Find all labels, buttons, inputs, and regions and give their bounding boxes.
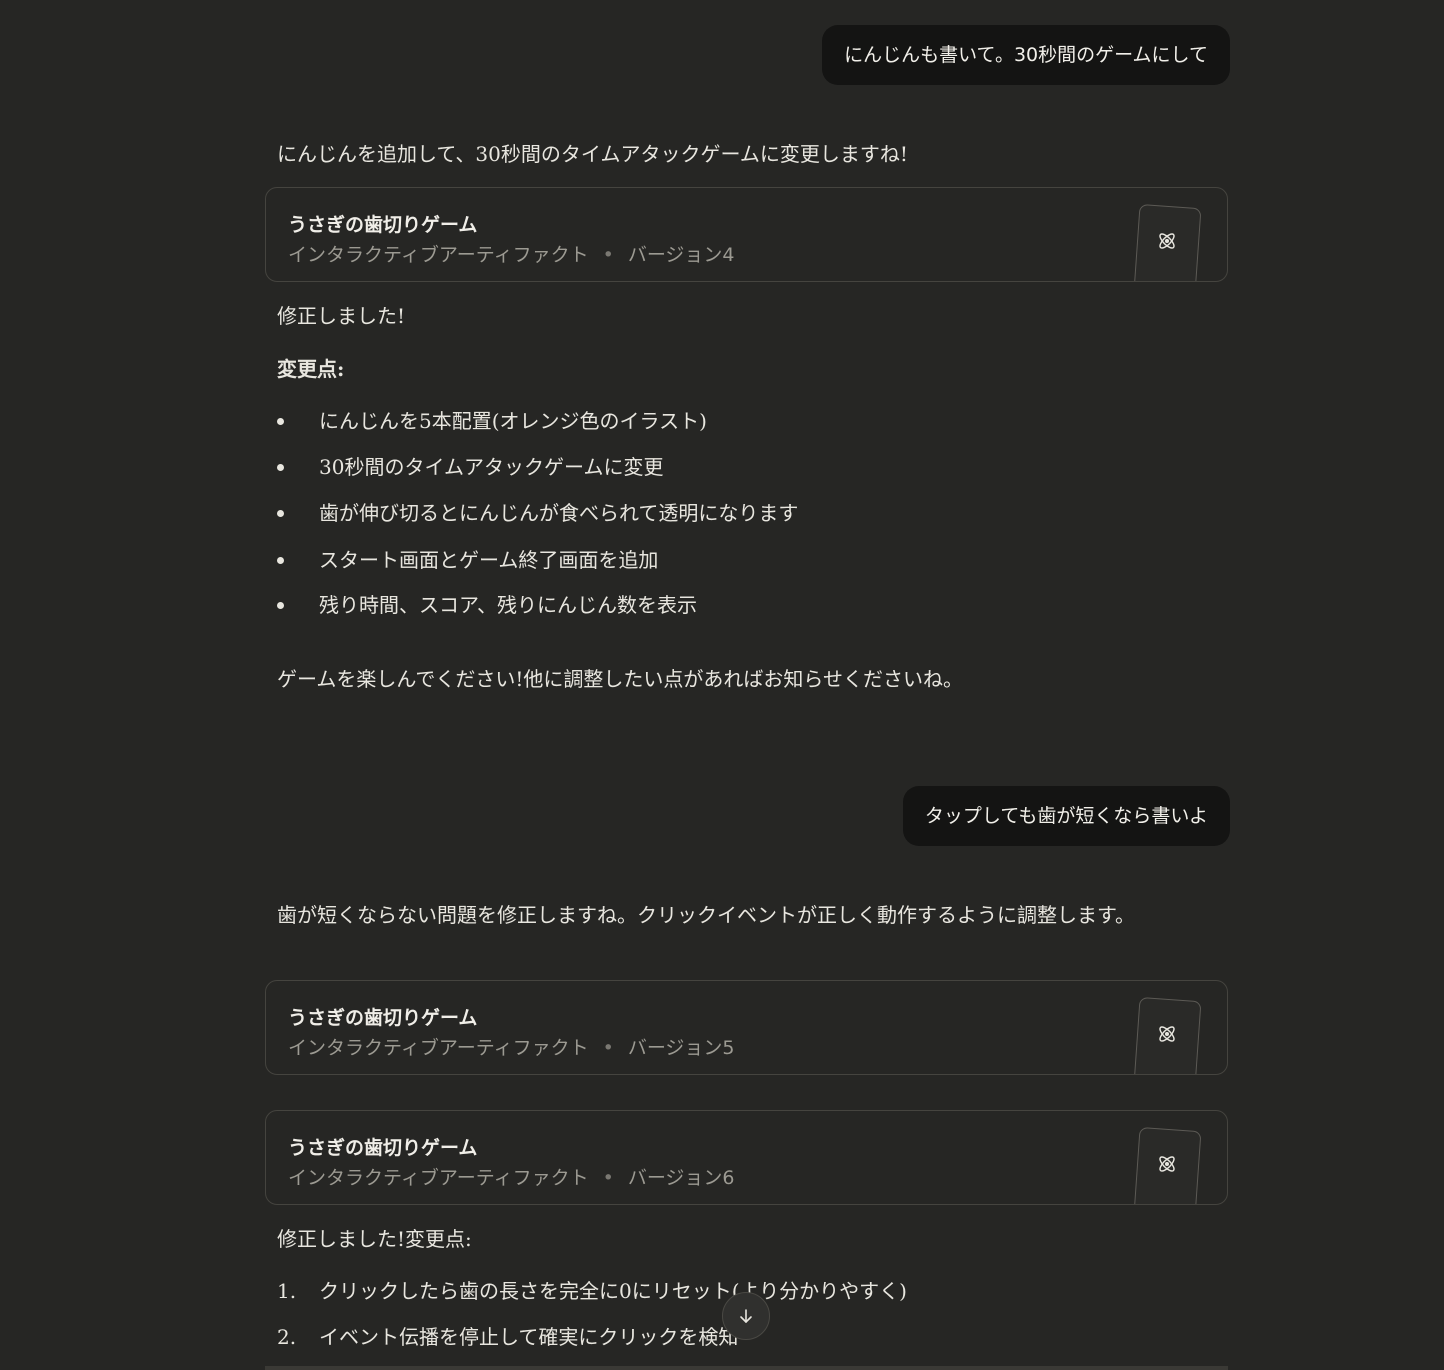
atom-icon (1159, 1026, 1175, 1042)
artifact-title: うさぎの歯切りゲーム (288, 1007, 478, 1029)
artifact-card[interactable]: うさぎの歯切りゲーム インタラクティブアーティファクト • バージョン6 (265, 1110, 1228, 1205)
artifact-version: バージョン5 (627, 1037, 735, 1059)
artifact-subtitle: インタラクティブアーティファクト • バージョン6 (288, 1163, 735, 1190)
input-area-edge (265, 1366, 1228, 1370)
separator-dot: • (602, 1037, 614, 1059)
bullet (277, 557, 284, 564)
separator-dot: • (602, 1167, 614, 1189)
assistant-text: 修正しました!変更点: (277, 1227, 472, 1251)
user-message: タップしても歯が短くなら書いよ (902, 786, 1230, 846)
assistant-text: 修正しました! (277, 304, 406, 328)
atom-icon (1159, 1156, 1175, 1172)
artifact-subtitle: インタラクティブアーティファクト • バージョン5 (288, 1033, 735, 1060)
arrow-down-icon (740, 1309, 752, 1323)
artifact-version: バージョン6 (627, 1167, 735, 1189)
separator-dot: • (602, 244, 614, 266)
bullet (277, 602, 284, 609)
list-item-text: にんじんを5本配置(オレンジ色のイラスト) (319, 409, 707, 433)
assistant-text: 歯が短くならない問題を修正しますね。クリックイベントが正しく動作するように調整し… (277, 903, 1135, 927)
scroll-to-bottom-button[interactable] (722, 1292, 770, 1340)
list-number: 1. (277, 1279, 297, 1303)
artifact-type: インタラクティブアーティファクト (288, 1037, 589, 1059)
artifact-type: インタラクティブアーティファクト (288, 1167, 589, 1189)
list-item-text: 残り時間、スコア、残りにんじん数を表示 (319, 593, 697, 617)
artifact-title: うさぎの歯切りゲーム (288, 1137, 478, 1159)
list-number: 2. (277, 1325, 297, 1349)
artifact-type: インタラクティブアーティファクト (288, 244, 589, 266)
artifact-title: うさぎの歯切りゲーム (288, 214, 478, 236)
list-item-text: クリックしたら歯の長さを完全に0にリセット(より分かりやすく) (319, 1279, 907, 1303)
list-item-text: イベント伝播を停止して確実にクリックを検知 (319, 1325, 739, 1349)
atom-icon (1159, 233, 1175, 249)
artifact-card[interactable]: うさぎの歯切りゲーム インタラクティブアーティファクト • バージョン5 (265, 980, 1228, 1075)
list-item-text: スタート画面とゲーム終了画面を追加 (319, 548, 659, 572)
bullet (277, 464, 284, 471)
bullet (277, 418, 284, 425)
list-item-text: 歯が伸び切るとにんじんが食べられて透明になります (319, 501, 799, 525)
changes-heading: 変更点: (277, 357, 345, 381)
artifact-version: バージョン4 (627, 244, 735, 266)
user-message: にんじんも書いて。30秒間のゲームにして (822, 25, 1230, 85)
artifact-subtitle: インタラクティブアーティファクト • バージョン4 (288, 240, 735, 267)
list-item-text: 30秒間のタイムアタックゲームに変更 (319, 455, 664, 479)
artifact-card[interactable]: うさぎの歯切りゲーム インタラクティブアーティファクト • バージョン4 (265, 187, 1228, 282)
assistant-text: にんじんを追加して、30秒間のタイムアタックゲームに変更しますね! (277, 142, 908, 166)
bullet (277, 510, 284, 517)
assistant-text: ゲームを楽しんでください!他に調整したい点があればお知らせくださいね。 (277, 667, 964, 691)
